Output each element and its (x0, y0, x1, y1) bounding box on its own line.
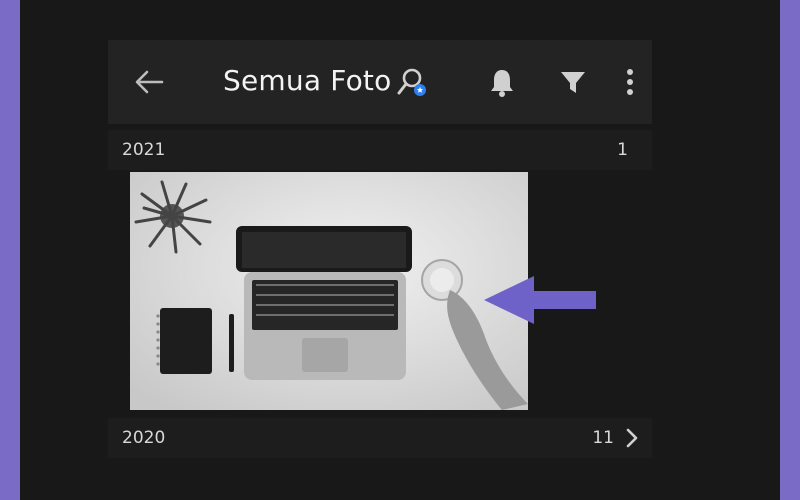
vertical-dots-icon[interactable] (612, 64, 648, 100)
year-group-header-2020[interactable]: 2020 11 (108, 418, 652, 458)
photo-count: 1 (617, 140, 628, 160)
photo-count: 11 (592, 428, 614, 448)
year-label: 2021 (122, 140, 166, 160)
bell-icon[interactable] (484, 64, 520, 100)
chevron-right-icon[interactable] (624, 427, 640, 449)
year-group-header-2021[interactable]: 2021 1 (108, 130, 652, 170)
page-title: Semua Foto (223, 64, 392, 97)
photo-thumbnail[interactable] (130, 172, 528, 410)
people-search-icon[interactable] (394, 64, 430, 100)
back-arrow-icon[interactable] (132, 66, 166, 98)
year-label: 2020 (122, 428, 166, 448)
pointer-arrow-icon (484, 276, 596, 324)
top-app-bar: Semua Foto (108, 40, 652, 124)
filter-icon[interactable] (555, 64, 591, 100)
